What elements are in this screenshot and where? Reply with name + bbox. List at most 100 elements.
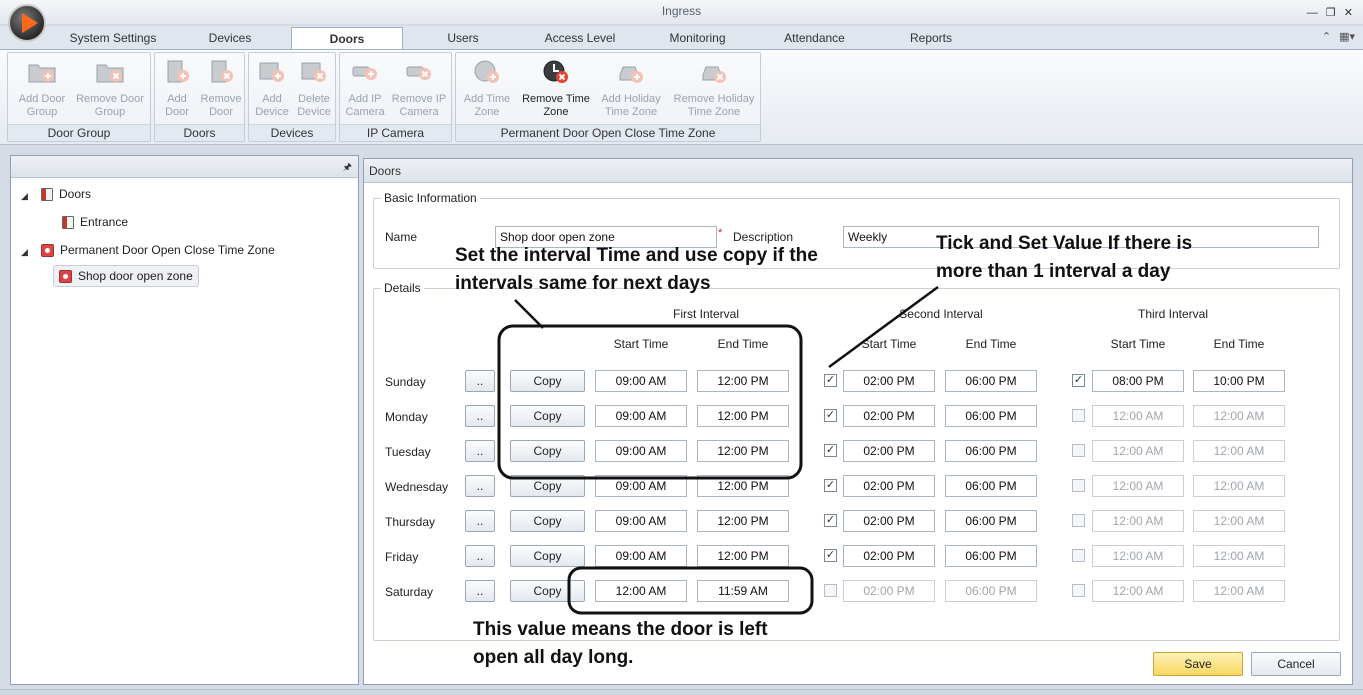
second-end-time-field[interactable]: 06:00 PM (945, 545, 1037, 567)
third-start-time-field[interactable]: 12:00 AM (1092, 475, 1184, 497)
second-end-time-field[interactable]: 06:00 PM (945, 510, 1037, 532)
tree-node-entrance[interactable]: Entrance (62, 215, 128, 229)
copy-button[interactable]: Copy (510, 510, 585, 532)
tab-monitoring[interactable]: Monitoring (655, 27, 740, 50)
copy-button[interactable]: Copy (510, 370, 585, 392)
tab-attendance[interactable]: Attendance (772, 27, 857, 50)
time-picker-button[interactable]: .. (465, 475, 495, 497)
time-picker-button[interactable]: .. (465, 405, 495, 427)
restore-icon[interactable]: ❐ (1326, 2, 1336, 24)
third-interval-checkbox[interactable] (1072, 584, 1085, 597)
copy-button[interactable]: Copy (510, 580, 585, 602)
second-end-time-field[interactable]: 06:00 PM (945, 370, 1037, 392)
third-start-time-field[interactable]: 08:00 PM (1092, 370, 1184, 392)
first-start-time-field[interactable]: 09:00 AM (595, 545, 687, 567)
second-interval-checkbox[interactable] (824, 584, 837, 597)
first-end-time-field[interactable]: 12:00 PM (697, 475, 789, 497)
add-ip-camera-button[interactable]: Add IP Camera (342, 57, 388, 119)
first-end-time-field[interactable]: 12:00 PM (697, 510, 789, 532)
layout-icon[interactable]: ▦▾ (1339, 30, 1355, 43)
second-start-time-field[interactable]: 02:00 PM (843, 475, 935, 497)
add-time-zone-button[interactable]: Add Time Zone (458, 57, 516, 119)
third-interval-checkbox[interactable] (1072, 409, 1085, 422)
third-end-time-field[interactable]: 12:00 AM (1193, 545, 1285, 567)
second-start-time-field[interactable]: 02:00 PM (843, 370, 935, 392)
tree-node-shop-door-open-zone[interactable]: Shop door open zone (53, 265, 199, 287)
remove-door-group-button[interactable]: Remove Door Group (72, 57, 148, 119)
third-interval-checkbox[interactable] (1072, 514, 1085, 527)
second-interval-checkbox[interactable]: ✓ (824, 479, 837, 492)
tab-access-level[interactable]: Access Level (530, 27, 630, 50)
third-end-time-field[interactable]: 12:00 AM (1193, 440, 1285, 462)
add-door-group-button[interactable]: Add Door Group (12, 57, 72, 119)
delete-device-button[interactable]: Delete Device (293, 57, 335, 119)
third-start-time-field[interactable]: 12:00 AM (1092, 510, 1184, 532)
tab-devices[interactable]: Devices (190, 27, 270, 50)
remove-door-button[interactable]: Remove Door (199, 57, 243, 119)
remove-time-zone-button[interactable]: Remove Time Zone (516, 57, 596, 119)
third-end-time-field[interactable]: 12:00 AM (1193, 510, 1285, 532)
third-interval-checkbox[interactable] (1072, 444, 1085, 457)
tab-users[interactable]: Users (430, 27, 496, 50)
copy-button[interactable]: Copy (510, 440, 585, 462)
second-interval-checkbox[interactable]: ✓ (824, 409, 837, 422)
tab-reports[interactable]: Reports (895, 27, 967, 50)
time-picker-button[interactable]: .. (465, 580, 495, 602)
third-start-time-field[interactable]: 12:00 AM (1092, 580, 1184, 602)
expander-icon[interactable]: ◢ (21, 247, 28, 258)
remove-holiday-time-zone-button[interactable]: Remove Holiday Time Zone (668, 57, 760, 119)
first-end-time-field[interactable]: 12:00 PM (697, 405, 789, 427)
first-start-time-field[interactable]: 09:00 AM (595, 370, 687, 392)
first-end-time-field[interactable]: 12:00 PM (697, 440, 789, 462)
second-start-time-field[interactable]: 02:00 PM (843, 580, 935, 602)
third-interval-checkbox[interactable] (1072, 549, 1085, 562)
third-end-time-field[interactable]: 12:00 AM (1193, 405, 1285, 427)
third-start-time-field[interactable]: 12:00 AM (1092, 405, 1184, 427)
first-start-time-field[interactable]: 09:00 AM (595, 475, 687, 497)
save-button[interactable]: Save (1153, 652, 1243, 676)
copy-button[interactable]: Copy (510, 475, 585, 497)
add-door-button[interactable]: Add Door (157, 57, 197, 119)
expander-icon[interactable]: ◢ (21, 191, 28, 202)
third-end-time-field[interactable]: 12:00 AM (1193, 475, 1285, 497)
third-start-time-field[interactable]: 12:00 AM (1092, 545, 1184, 567)
first-end-time-field[interactable]: 11:59 AM (697, 580, 789, 602)
time-picker-button[interactable]: .. (465, 440, 495, 462)
third-interval-checkbox[interactable] (1072, 479, 1085, 492)
add-holiday-time-zone-button[interactable]: Add Holiday Time Zone (596, 57, 666, 119)
time-picker-button[interactable]: .. (465, 510, 495, 532)
cancel-button[interactable]: Cancel (1251, 652, 1341, 676)
second-end-time-field[interactable]: 06:00 PM (945, 440, 1037, 462)
tab-system-settings[interactable]: System Settings (58, 27, 168, 50)
third-end-time-field[interactable]: 12:00 AM (1193, 580, 1285, 602)
collapse-ribbon-icon[interactable]: ⌃ (1322, 30, 1331, 43)
remove-ip-camera-button[interactable]: Remove IP Camera (388, 57, 450, 119)
close-icon[interactable]: ✕ (1344, 2, 1353, 24)
time-picker-button[interactable]: .. (465, 545, 495, 567)
third-start-time-field[interactable]: 12:00 AM (1092, 440, 1184, 462)
second-end-time-field[interactable]: 06:00 PM (945, 475, 1037, 497)
second-interval-checkbox[interactable]: ✓ (824, 444, 837, 457)
third-end-time-field[interactable]: 10:00 PM (1193, 370, 1285, 392)
tree-node-doors[interactable]: Doors (41, 187, 91, 201)
first-start-time-field[interactable]: 09:00 AM (595, 440, 687, 462)
third-interval-checkbox[interactable]: ✓ (1072, 374, 1085, 387)
second-interval-checkbox[interactable]: ✓ (824, 514, 837, 527)
second-interval-checkbox[interactable]: ✓ (824, 374, 837, 387)
copy-button[interactable]: Copy (510, 405, 585, 427)
first-end-time-field[interactable]: 12:00 PM (697, 370, 789, 392)
second-interval-checkbox[interactable]: ✓ (824, 549, 837, 562)
first-end-time-field[interactable]: 12:00 PM (697, 545, 789, 567)
copy-button[interactable]: Copy (510, 545, 585, 567)
minimize-icon[interactable]: — (1307, 2, 1318, 24)
second-end-time-field[interactable]: 06:00 PM (945, 405, 1037, 427)
second-start-time-field[interactable]: 02:00 PM (843, 545, 935, 567)
first-start-time-field[interactable]: 12:00 AM (595, 580, 687, 602)
pin-icon[interactable]: 🖈 (343, 160, 352, 177)
tab-doors[interactable]: Doors (291, 27, 403, 50)
second-end-time-field[interactable]: 06:00 PM (945, 580, 1037, 602)
add-device-button[interactable]: Add Device (251, 57, 293, 119)
second-start-time-field[interactable]: 02:00 PM (843, 440, 935, 462)
first-start-time-field[interactable]: 09:00 AM (595, 510, 687, 532)
time-picker-button[interactable]: .. (465, 370, 495, 392)
